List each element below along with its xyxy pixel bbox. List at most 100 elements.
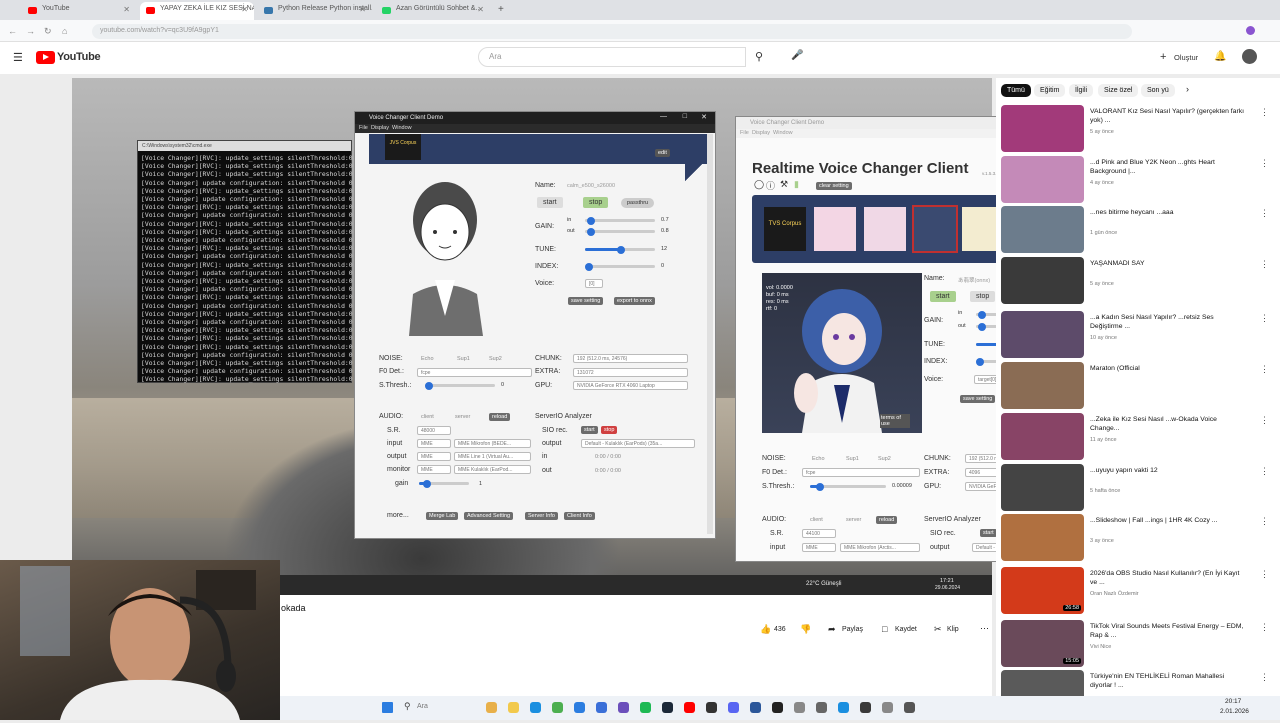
edit-button[interactable]: edit — [655, 149, 670, 157]
video-menu-icon[interactable]: ⋮ — [1260, 672, 1269, 683]
taskbar-search-icon[interactable]: ⚲ — [404, 701, 411, 712]
menu-display[interactable]: Display — [752, 130, 770, 136]
menu-file[interactable]: File — [740, 130, 749, 136]
coffee-icon[interactable]: ▮ — [794, 179, 799, 190]
taskbar-teams-icon[interactable] — [618, 702, 629, 713]
reload-button[interactable]: reload — [489, 413, 511, 421]
create-plus-icon[interactable]: + — [1160, 51, 1166, 63]
passthru-button[interactable]: passthru — [621, 198, 655, 208]
echo-option[interactable]: Echo — [421, 356, 434, 362]
tab-close-icon[interactable]: ✕ — [123, 5, 130, 14]
sio-in-player[interactable]: 0:00 / 0:00 — [595, 454, 621, 460]
account-avatar[interactable] — [1242, 49, 1257, 64]
close-icon[interactable]: ✕ — [701, 113, 707, 121]
search-icon[interactable]: ⚲ — [755, 50, 763, 63]
f0-select[interactable]: fcpe — [417, 368, 532, 377]
youtube-logo-text[interactable]: YouTube — [57, 51, 101, 63]
video-menu-icon[interactable]: ⋮ — [1260, 466, 1269, 477]
like-icon[interactable]: 👍 — [760, 624, 771, 635]
video-menu-icon[interactable]: ⋮ — [1260, 259, 1269, 270]
taskbar-settings-icon[interactable] — [816, 702, 827, 713]
taskbar-app3-icon[interactable] — [860, 702, 871, 713]
scrollbar[interactable] — [707, 134, 713, 534]
sio-start-button[interactable]: start — [581, 426, 598, 434]
filter-chip-recent[interactable]: Son yü — [1141, 84, 1175, 97]
gpu-select[interactable]: NVIDIA GeForce RTX 4060 Laptop — [573, 381, 688, 390]
forward-icon[interactable]: → — [26, 26, 35, 36]
browser-tab[interactable]: YAPAY ZEKA İLE KIZ SESİ NASIL...✕ — [140, 2, 254, 20]
taskbar-terminal-icon[interactable] — [772, 702, 783, 713]
more-icon[interactable]: ⋯ — [980, 623, 989, 634]
video-title[interactable]: ...a Kadın Sesi Nasıl Yapılır? ...retsiz… — [1090, 313, 1246, 331]
video-title[interactable]: ...uyuyu yapın vakti 12 — [1090, 466, 1246, 475]
windows-start-icon[interactable] — [382, 702, 393, 713]
model-slot-2[interactable] — [814, 207, 856, 251]
video-menu-icon[interactable]: ⋮ — [1260, 569, 1269, 580]
merge-lab-button[interactable]: Merge Lab — [426, 512, 459, 520]
video-menu-icon[interactable]: ⋮ — [1260, 415, 1269, 426]
maximize-icon[interactable]: □ — [683, 113, 687, 120]
filter-chip-for-you[interactable]: Size özel — [1098, 84, 1139, 97]
gain-in-slider[interactable] — [585, 216, 655, 225]
video-thumbnail[interactable]: 26:58 — [1001, 567, 1084, 614]
stop-button[interactable]: stop — [583, 197, 609, 208]
taskbar-app5-icon[interactable] — [904, 702, 915, 713]
menu-icon[interactable]: ☰ — [13, 51, 23, 64]
youtube-logo-icon[interactable] — [36, 51, 55, 64]
video-thumbnail[interactable] — [1001, 362, 1084, 409]
taskbar-edge-icon[interactable] — [530, 702, 541, 713]
server-radio[interactable]: server — [846, 517, 861, 523]
taskbar-app-icon[interactable] — [794, 702, 805, 713]
extra-select[interactable]: 131072 — [573, 368, 688, 377]
menu-file[interactable]: File — [359, 125, 368, 131]
clear-setting-button[interactable]: clear setting — [816, 182, 852, 190]
terms-link[interactable]: terms of use — [880, 414, 910, 428]
recommended-video[interactable]: ...d Pink and Blue Y2K Neon ...ghts Hear… — [1001, 156, 1271, 206]
filter-chip-all[interactable]: Tümü — [1001, 84, 1031, 97]
home-icon[interactable]: ⌂ — [62, 26, 67, 36]
browser-tab[interactable]: YouTube ✕ — [22, 2, 136, 20]
tune-slider[interactable] — [585, 245, 655, 254]
index-slider[interactable] — [585, 262, 655, 271]
video-title[interactable]: 2026'da OBS Studio Nasıl Kullanılır? (En… — [1090, 569, 1246, 587]
tab-close-icon[interactable]: ✕ — [477, 5, 484, 14]
sup2-option[interactable]: Sup2 — [489, 356, 502, 362]
video-menu-icon[interactable]: ⋮ — [1260, 313, 1269, 324]
taskbar-obs-icon[interactable] — [706, 702, 717, 713]
profile-avatar[interactable] — [1246, 26, 1255, 35]
recommended-video[interactable]: 15:05 TikTok Viral Sounds Meets Festival … — [1001, 620, 1271, 670]
save-setting-button[interactable]: save setting — [568, 297, 604, 305]
advanced-setting-button[interactable]: Advanced Setting — [464, 512, 514, 520]
save-setting-button[interactable]: save setting — [960, 395, 996, 403]
video-title[interactable]: ...Zeka ile Kız Sesi Nasıl ...w-Okada Vo… — [1090, 415, 1246, 433]
video-thumbnail[interactable] — [1001, 105, 1084, 152]
notifications-icon[interactable]: 🔔 — [1214, 51, 1226, 62]
input-driver-select[interactable]: MME — [802, 543, 836, 552]
clip-button[interactable]: Klip — [947, 626, 959, 633]
model-slot-1[interactable]: TVS Corpus — [764, 207, 806, 251]
tool-icon[interactable]: ⚒ — [780, 179, 788, 190]
echo-option[interactable]: Echo — [812, 456, 825, 462]
help-icon[interactable]: ⓘ — [766, 179, 775, 192]
sup2-option[interactable]: Sup2 — [878, 456, 891, 462]
video-menu-icon[interactable]: ⋮ — [1260, 208, 1269, 219]
input-device-select[interactable]: MME Mikrofon (Arctis... — [840, 543, 920, 552]
tab-close-icon[interactable]: ✕ — [359, 5, 366, 14]
create-button[interactable]: Oluştur — [1174, 53, 1198, 62]
back-icon[interactable]: ← — [8, 26, 17, 36]
recommended-video[interactable]: VALORANT Kız Sesi Nasıl Yapılır? (gerçek… — [1001, 105, 1271, 155]
input-driver-select[interactable]: MME — [417, 439, 451, 448]
video-thumbnail[interactable] — [1001, 206, 1084, 253]
gain-out-slider[interactable] — [585, 227, 655, 236]
sthresh-slider[interactable] — [810, 482, 886, 491]
taskbar-app4-icon[interactable] — [882, 702, 893, 713]
new-tab-button[interactable]: + — [498, 4, 504, 15]
start-button[interactable]: start — [537, 197, 563, 208]
video-thumbnail[interactable] — [1001, 464, 1084, 511]
minimize-icon[interactable]: — — [660, 113, 667, 120]
video-menu-icon[interactable]: ⋮ — [1260, 516, 1269, 527]
input-device-select[interactable]: MME Mikrofon (BEDE... — [454, 439, 531, 448]
video-thumbnail[interactable] — [1001, 311, 1084, 358]
recommended-video[interactable]: ...a Kadın Sesi Nasıl Yapılır? ...retsiz… — [1001, 311, 1271, 361]
voice-select[interactable]: [0] — [585, 279, 603, 288]
